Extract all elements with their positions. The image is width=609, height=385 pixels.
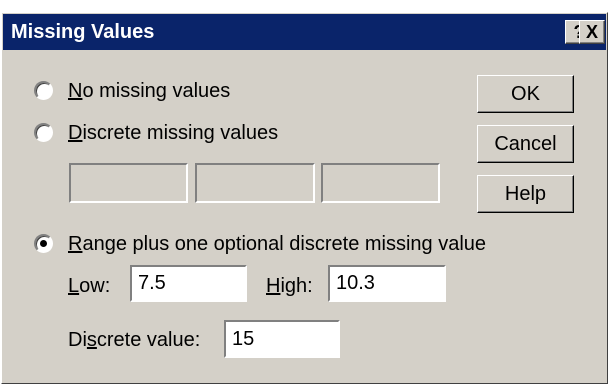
discrete-value-field-3[interactable] (321, 163, 440, 203)
high-label: High: (266, 275, 313, 297)
radio-range-label: Range plus one optional discrete missing… (68, 233, 487, 255)
title-bar[interactable]: Missing Values ? X (3, 14, 606, 50)
radio-unselected-icon[interactable] (34, 123, 53, 142)
dialog-title: Missing Values (11, 21, 155, 43)
high-input[interactable]: 10.3 (328, 265, 446, 302)
radio-selected-icon[interactable] (34, 234, 53, 253)
close-icon: X (585, 22, 598, 42)
radio-unselected-icon[interactable] (34, 81, 53, 100)
low-label: Low: (68, 275, 111, 297)
radio-no-missing-label: No missing values (68, 80, 231, 102)
low-input[interactable]: 7.5 (130, 265, 247, 302)
cancel-button[interactable]: Cancel (477, 125, 574, 163)
radio-discrete-label: Discrete missing values (68, 122, 279, 144)
discrete-value-label: Discrete value: (68, 329, 201, 351)
missing-values-dialog: Missing Values ? X No missing values Dis… (1, 12, 608, 384)
discrete-value-input[interactable]: 15 (224, 320, 340, 358)
radio-range-plus-discrete[interactable]: Range plus one optional discrete missing… (34, 230, 504, 258)
radio-discrete-missing-values[interactable]: Discrete missing values (34, 119, 304, 147)
discrete-value-field-2[interactable] (195, 163, 315, 203)
background-strip (0, 0, 609, 12)
close-button[interactable]: X (579, 20, 605, 44)
discrete-value-field-1[interactable] (69, 163, 188, 203)
ok-button[interactable]: OK (477, 75, 574, 113)
help-button[interactable]: Help (477, 175, 574, 213)
radio-dot (40, 240, 47, 247)
radio-no-missing-values[interactable]: No missing values (34, 77, 274, 105)
